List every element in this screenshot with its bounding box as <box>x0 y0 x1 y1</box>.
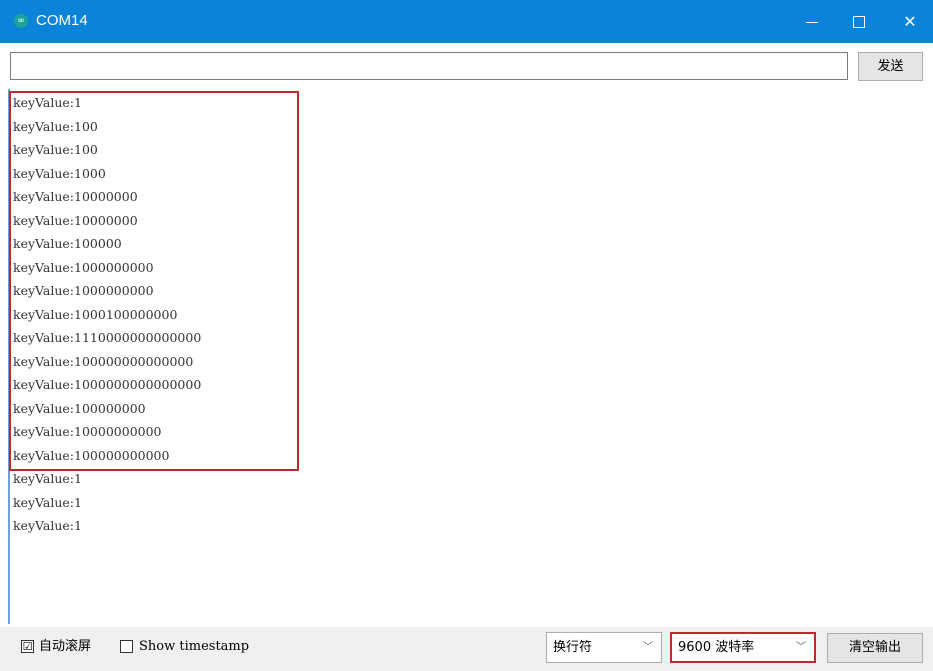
arduino-icon: ∞ <box>14 14 28 28</box>
chevron-down-icon: ﹀ <box>796 642 806 653</box>
maximize-icon <box>853 16 865 28</box>
minimize-icon <box>806 22 818 23</box>
output-line: keyValue:1 <box>13 518 82 533</box>
close-icon: ✕ <box>903 12 917 31</box>
timestamp-label: Show timestamp <box>139 639 250 654</box>
clear-output-button[interactable]: 清空输出 <box>827 633 923 663</box>
window-title: COM14 <box>36 12 88 29</box>
baud-rate-value: 9600 波特率 <box>678 640 755 655</box>
line-ending-value: 换行符 <box>553 640 593 655</box>
autoscroll-checkbox[interactable]: ☑ <box>21 640 34 653</box>
timestamp-checkbox[interactable] <box>120 640 133 653</box>
highlight-annotation-output <box>9 91 299 471</box>
title-bar: ∞ COM14 ✕ <box>0 0 933 43</box>
output-line: keyValue:1 <box>13 471 82 486</box>
autoscroll-label: 自动滚屏 <box>39 639 92 654</box>
maximize-button[interactable] <box>836 0 882 43</box>
minimize-button[interactable] <box>789 0 835 43</box>
chevron-down-icon: ﹀ <box>643 642 653 653</box>
baud-rate-select[interactable]: 9600 波特率 ﹀ <box>670 632 816 663</box>
line-ending-select[interactable]: 换行符 ﹀ <box>546 632 662 663</box>
send-button[interactable]: 发送 <box>858 52 923 81</box>
send-input[interactable] <box>10 52 848 80</box>
output-line: keyValue:1 <box>13 494 82 510</box>
close-button[interactable]: ✕ <box>887 0 933 43</box>
